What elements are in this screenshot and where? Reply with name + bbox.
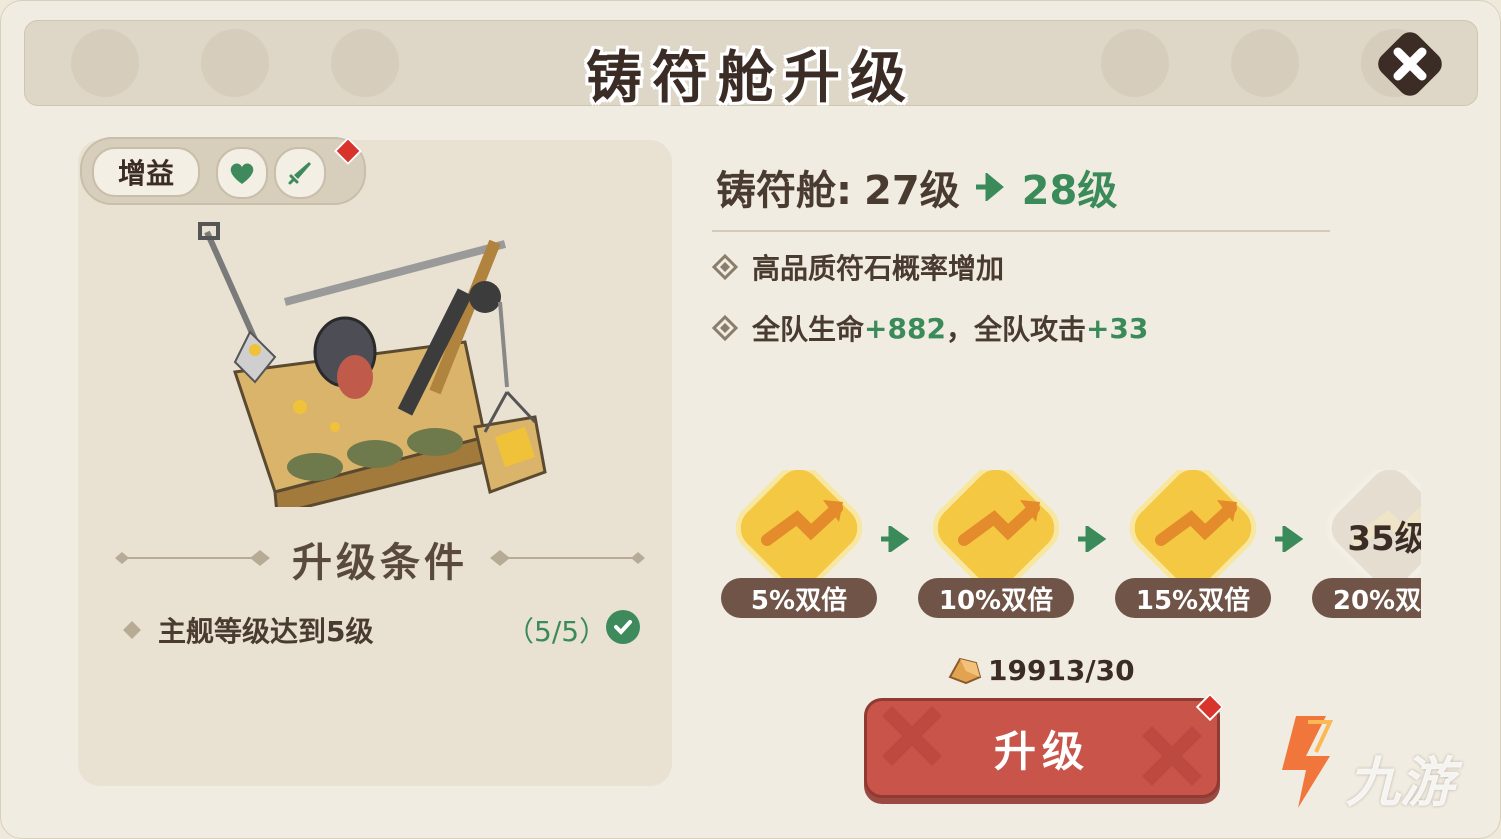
bullet-diamond-icon — [123, 621, 141, 639]
upgrade-button[interactable]: 升级 — [864, 698, 1220, 798]
effect-item: 高品质符石概率增加 — [712, 245, 1004, 289]
close-icon — [1378, 32, 1442, 96]
arrow-right-icon — [975, 173, 1004, 201]
close-button[interactable] — [1374, 28, 1446, 100]
current-level: 27级 — [864, 168, 960, 214]
milestone-tag: 20%双倍 — [1312, 578, 1421, 618]
arrow-right-icon — [881, 526, 910, 552]
rune-forge-machine-image — [198, 222, 547, 507]
upgrade-button-label: 升级 — [993, 726, 1090, 776]
milestone-track: 5%双倍 10%双倍 15%双倍 35级 20%双倍 — [715, 470, 1421, 630]
effect-value-hp: +882 — [864, 311, 946, 345]
level-change: 铸符舱: 27级 28级 — [716, 158, 1117, 216]
buff-bar[interactable]: 增益 — [80, 137, 366, 205]
effect-item: 全队生命 +882 ，全队攻击 +33 — [712, 306, 1148, 350]
cost-value: 19913/30 — [988, 653, 1135, 687]
milestone-item[interactable]: 10%双倍 — [916, 470, 1076, 625]
milestone-item[interactable]: 5%双倍 — [719, 470, 879, 625]
heart-icon[interactable] — [216, 147, 268, 199]
sword-icon[interactable] — [274, 147, 326, 199]
effect-prefix: 全队生命 — [752, 313, 865, 346]
divider — [712, 230, 1330, 232]
milestone-level: 35级 — [1347, 519, 1421, 559]
double-bonus-icon — [932, 470, 1060, 592]
arrow-right-icon — [1078, 526, 1107, 552]
check-icon — [606, 610, 640, 644]
milestone-tag: 5%双倍 — [721, 578, 877, 618]
effect-value-atk: +33 — [1085, 311, 1149, 345]
ore-icon — [948, 657, 982, 685]
arrow-right-icon — [1275, 526, 1304, 552]
building-label: 铸符舱: — [716, 168, 852, 214]
milestone-item[interactable]: 15%双倍 — [1113, 470, 1273, 625]
double-bonus-icon — [735, 470, 863, 592]
milestone-tag: 10%双倍 — [918, 578, 1074, 618]
watermark-text: 九游 — [1346, 751, 1454, 814]
condition-item: 主舰等级达到5级 （5/5） — [122, 608, 652, 652]
condition-text: 主舰等级达到5级 — [158, 615, 374, 648]
cost-display: 19913/30 — [946, 650, 1135, 690]
effect-middle: ，全队攻击 — [945, 313, 1086, 346]
conditions-title: 升级条件 — [292, 539, 468, 586]
locked-bonus-icon: 35级 — [1326, 470, 1421, 592]
milestone-item-locked[interactable]: 35级 20%双倍 — [1310, 470, 1421, 625]
buff-label: 增益 — [92, 147, 200, 197]
bullet-diamond-icon — [712, 254, 738, 280]
next-level: 28级 — [1021, 168, 1118, 214]
page-title: 铸符舱升级 — [586, 45, 916, 111]
title-bar: 铸符舱升级 — [24, 20, 1478, 111]
double-bonus-icon — [1129, 470, 1257, 592]
condition-progress: （5/5） — [506, 615, 608, 648]
milestone-tag: 15%双倍 — [1115, 578, 1271, 618]
bullet-diamond-icon — [712, 315, 738, 341]
conditions-section-header: 升级条件 — [110, 530, 650, 586]
effect-text: 高品质符石概率增加 — [752, 252, 1005, 285]
